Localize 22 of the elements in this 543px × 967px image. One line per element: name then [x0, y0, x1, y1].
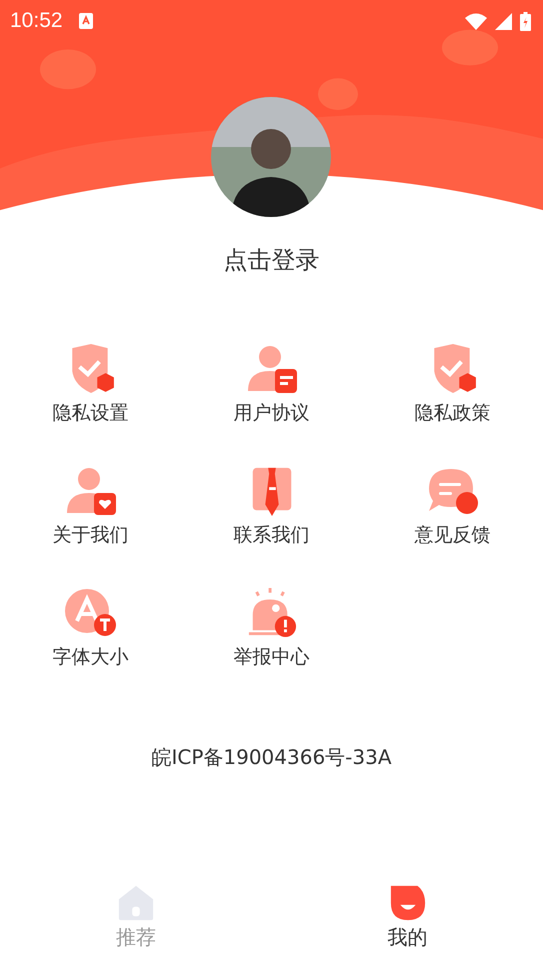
signal-icon [495, 12, 512, 30]
menu-item[interactable]: 字体大小 [0, 588, 181, 670]
tab[interactable]: 我的 [272, 877, 543, 967]
user-heart-icon [64, 466, 116, 516]
face-icon [388, 884, 426, 922]
chat-bubble-icon [426, 466, 478, 516]
battery-icon [520, 12, 531, 30]
icp-number: 皖ICP备19004366号-33A [151, 744, 392, 771]
menu-item[interactable]: 隐私政策 [362, 344, 543, 426]
status-time: 10:52 [10, 9, 63, 33]
menu-item[interactable]: 隐私设置 [0, 344, 181, 426]
menu-item[interactable]: 关于我们 [0, 466, 181, 548]
menu-item[interactable]: 用户协议 [181, 344, 362, 426]
home-icon [117, 884, 155, 922]
font-size-icon [64, 588, 116, 638]
notification-icon [78, 13, 93, 29]
login-prompt[interactable]: 点击登录 [224, 244, 320, 276]
wifi-icon [465, 12, 487, 30]
user-card-icon [246, 344, 298, 394]
menu-item[interactable]: 举报中心 [181, 588, 362, 670]
menu-item[interactable]: 联系我们 [181, 466, 362, 548]
menu-item[interactable]: 意见反馈 [362, 466, 543, 548]
